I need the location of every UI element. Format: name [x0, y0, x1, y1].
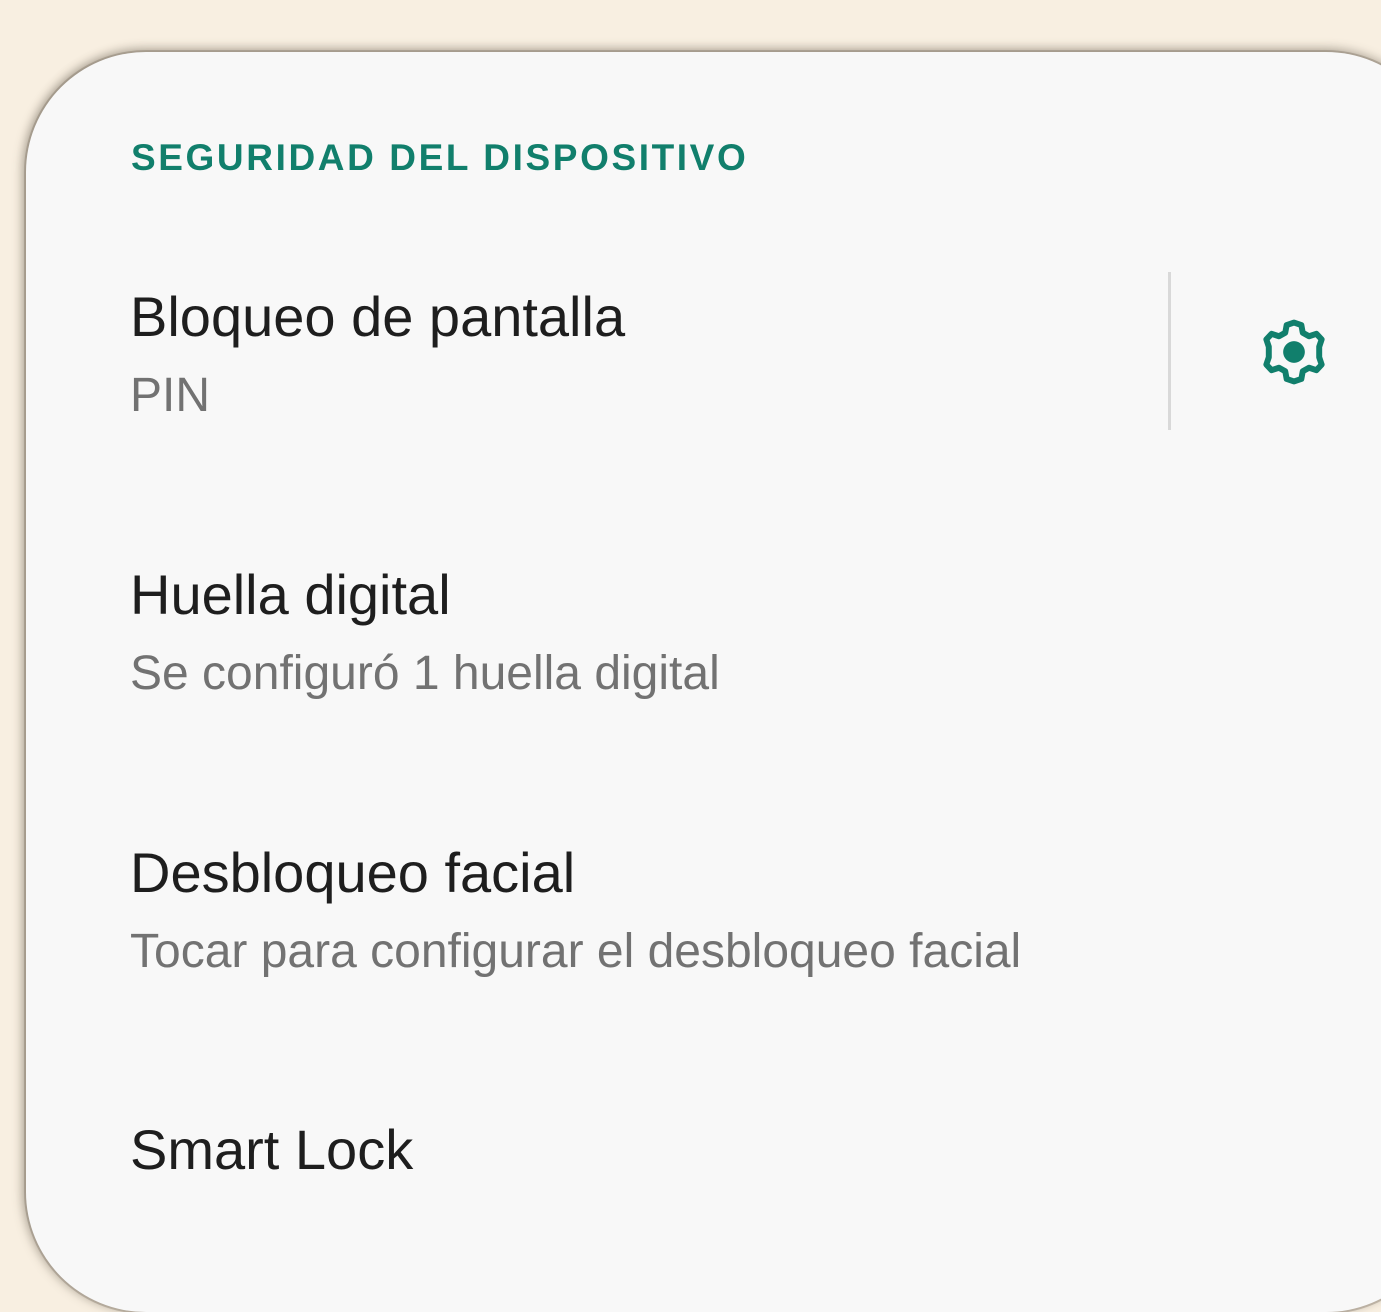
gear-icon	[1263, 319, 1325, 385]
smart-lock-title: Smart Lock	[130, 1118, 414, 1181]
smart-lock-item[interactable]: Smart Lock	[0, 1105, 1381, 1236]
item-divider	[1168, 272, 1171, 430]
fingerprint-summary: Se configuró 1 huella digital	[130, 647, 720, 700]
face-unlock-title: Desbloqueo facial	[130, 841, 576, 904]
face-unlock-summary: Tocar para configurar el desbloqueo faci…	[130, 925, 1022, 978]
screen-lock-item[interactable]: Bloqueo de pantalla PIN	[0, 270, 1160, 440]
screen-lock-settings-button[interactable]	[1250, 308, 1338, 396]
face-unlock-item[interactable]: Desbloqueo facial Tocar para configurar …	[0, 828, 1381, 998]
screen-lock-summary: PIN	[130, 369, 211, 422]
fingerprint-item[interactable]: Huella digital Se configuró 1 huella dig…	[0, 550, 1381, 720]
fingerprint-title: Huella digital	[130, 563, 451, 626]
section-header: SEGURIDAD DEL DISPOSITIVO	[131, 137, 749, 178]
screen-lock-title: Bloqueo de pantalla	[130, 285, 626, 348]
